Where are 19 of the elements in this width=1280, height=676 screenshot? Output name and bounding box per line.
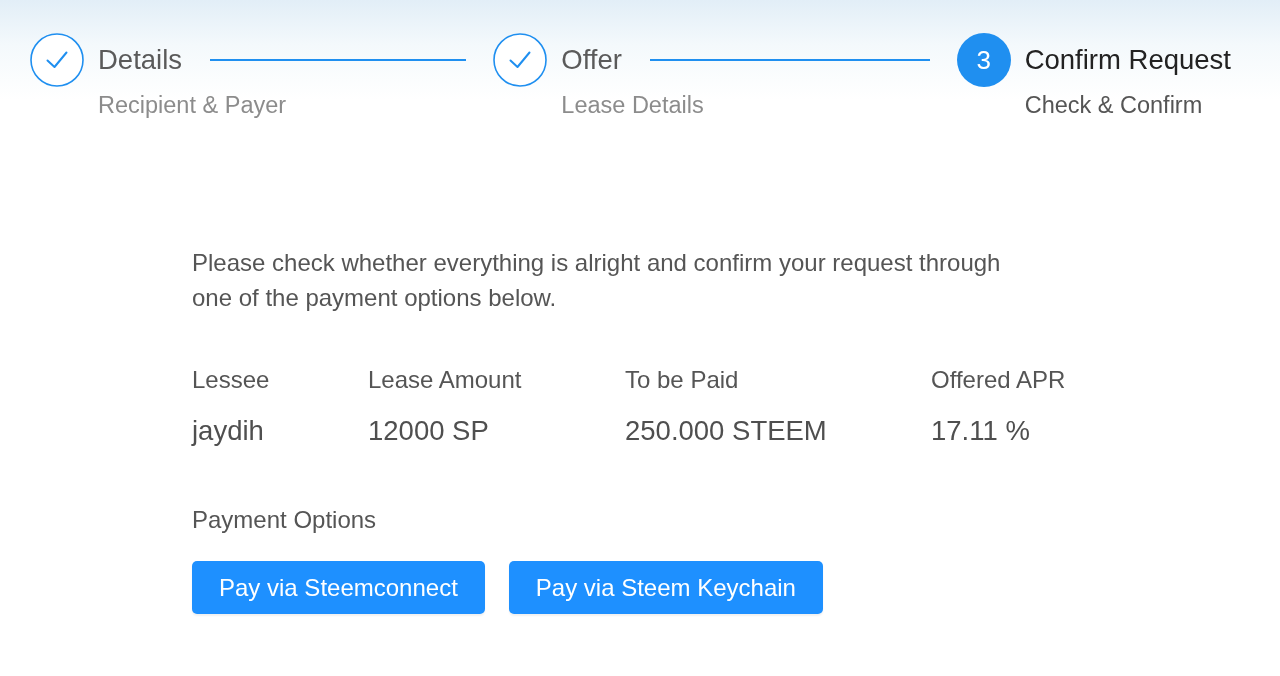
payment-options-heading: Payment Options [192,505,377,535]
step-title: Confirm Request [1024,43,1231,77]
step-title: Offer [561,43,622,77]
summary-label: To be Paid [625,365,739,395]
intro-text: Please check whether everything is alright and confirm your request through one of the payment options below. [192,248,1002,313]
summary-value: jaydih [192,415,264,447]
pay-button[interactable]: Pay via Steem Keychain [508,561,823,614]
summary-value: 12000 SP [368,415,489,447]
step-description: Check & Confirm [1024,92,1203,119]
step-title: Details [98,43,183,77]
summary-label: Lease Amount [368,365,522,395]
step-description: Lease Details [561,92,704,119]
summary-label: Offered APR [931,365,1066,395]
summary-value: 17.11 % [931,415,1030,447]
pay-button[interactable]: Pay via Steemconnect [192,561,485,614]
step-description: Recipient & Payer [98,92,287,119]
step-number: 3 [956,33,1011,87]
summary-value: 250.000 STEEM [625,415,827,447]
summary-label: Lessee [192,365,270,395]
